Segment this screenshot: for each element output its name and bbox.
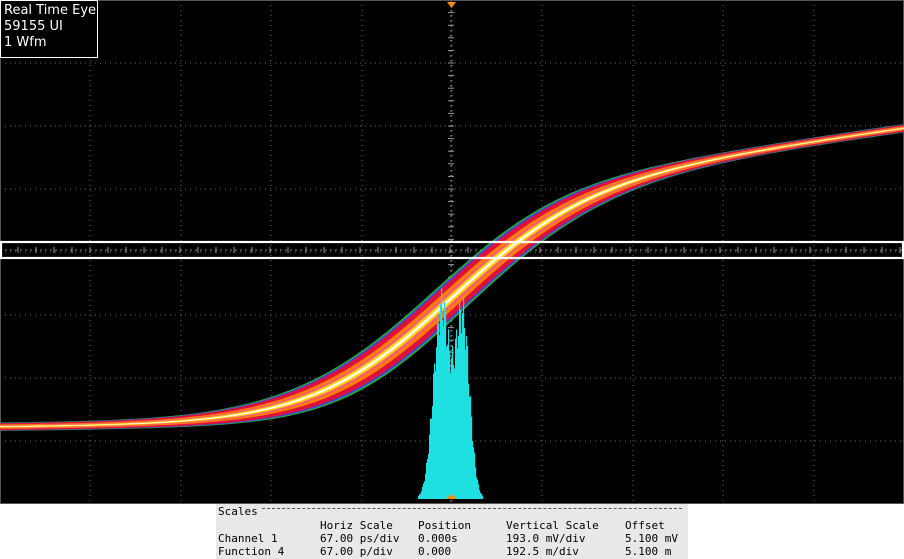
header-position: Position [418, 519, 471, 532]
scales-row-channel-1[interactable]: Channel 1 67.00 ps/div 0.000s 193.0 mV/d… [216, 532, 688, 545]
scales-panel: Scales Horiz Scale Position Vertical Sca… [216, 504, 688, 559]
info-waveform-count: 1 Wfm [4, 35, 47, 50]
scales-divider [262, 508, 682, 509]
header-horiz-scale: Horiz Scale [320, 519, 393, 532]
row-offset: 5.100 m [625, 545, 672, 558]
trigger-position-marker-icon[interactable] [447, 2, 456, 8]
histogram-bar [482, 495, 484, 499]
info-title: Real Time Eye [4, 3, 97, 18]
eye-diagram-canvas[interactable] [0, 0, 904, 504]
row-vertical-scale: 193.0 mV/div [506, 532, 586, 545]
header-vertical-scale: Vertical Scale [506, 519, 599, 532]
row-name: Channel 1 [218, 532, 278, 545]
row-offset: 5.100 mV [625, 532, 678, 545]
scope-display[interactable]: Real Time Eye 59155 UI 1 Wfm [0, 0, 904, 504]
eye-info-box: Real Time Eye 59155 UI 1 Wfm [0, 0, 98, 58]
row-horiz-scale: 67.00 p/div [320, 545, 393, 558]
scales-header-row: Horiz Scale Position Vertical Scale Offs… [216, 519, 688, 532]
row-horiz-scale: 67.00 ps/div [320, 532, 400, 545]
scales-title: Scales [218, 505, 258, 518]
info-ui-count: 59155 UI [4, 19, 63, 34]
row-vertical-scale: 192.5 m/div [506, 545, 579, 558]
row-name: Function 4 [218, 545, 285, 558]
row-position: 0.000 [418, 545, 452, 558]
row-position: 0.000s [418, 532, 458, 545]
header-offset: Offset [625, 519, 665, 532]
scales-row-function-4[interactable]: Function 4 67.00 p/div 0.000 192.5 m/div… [216, 545, 688, 558]
